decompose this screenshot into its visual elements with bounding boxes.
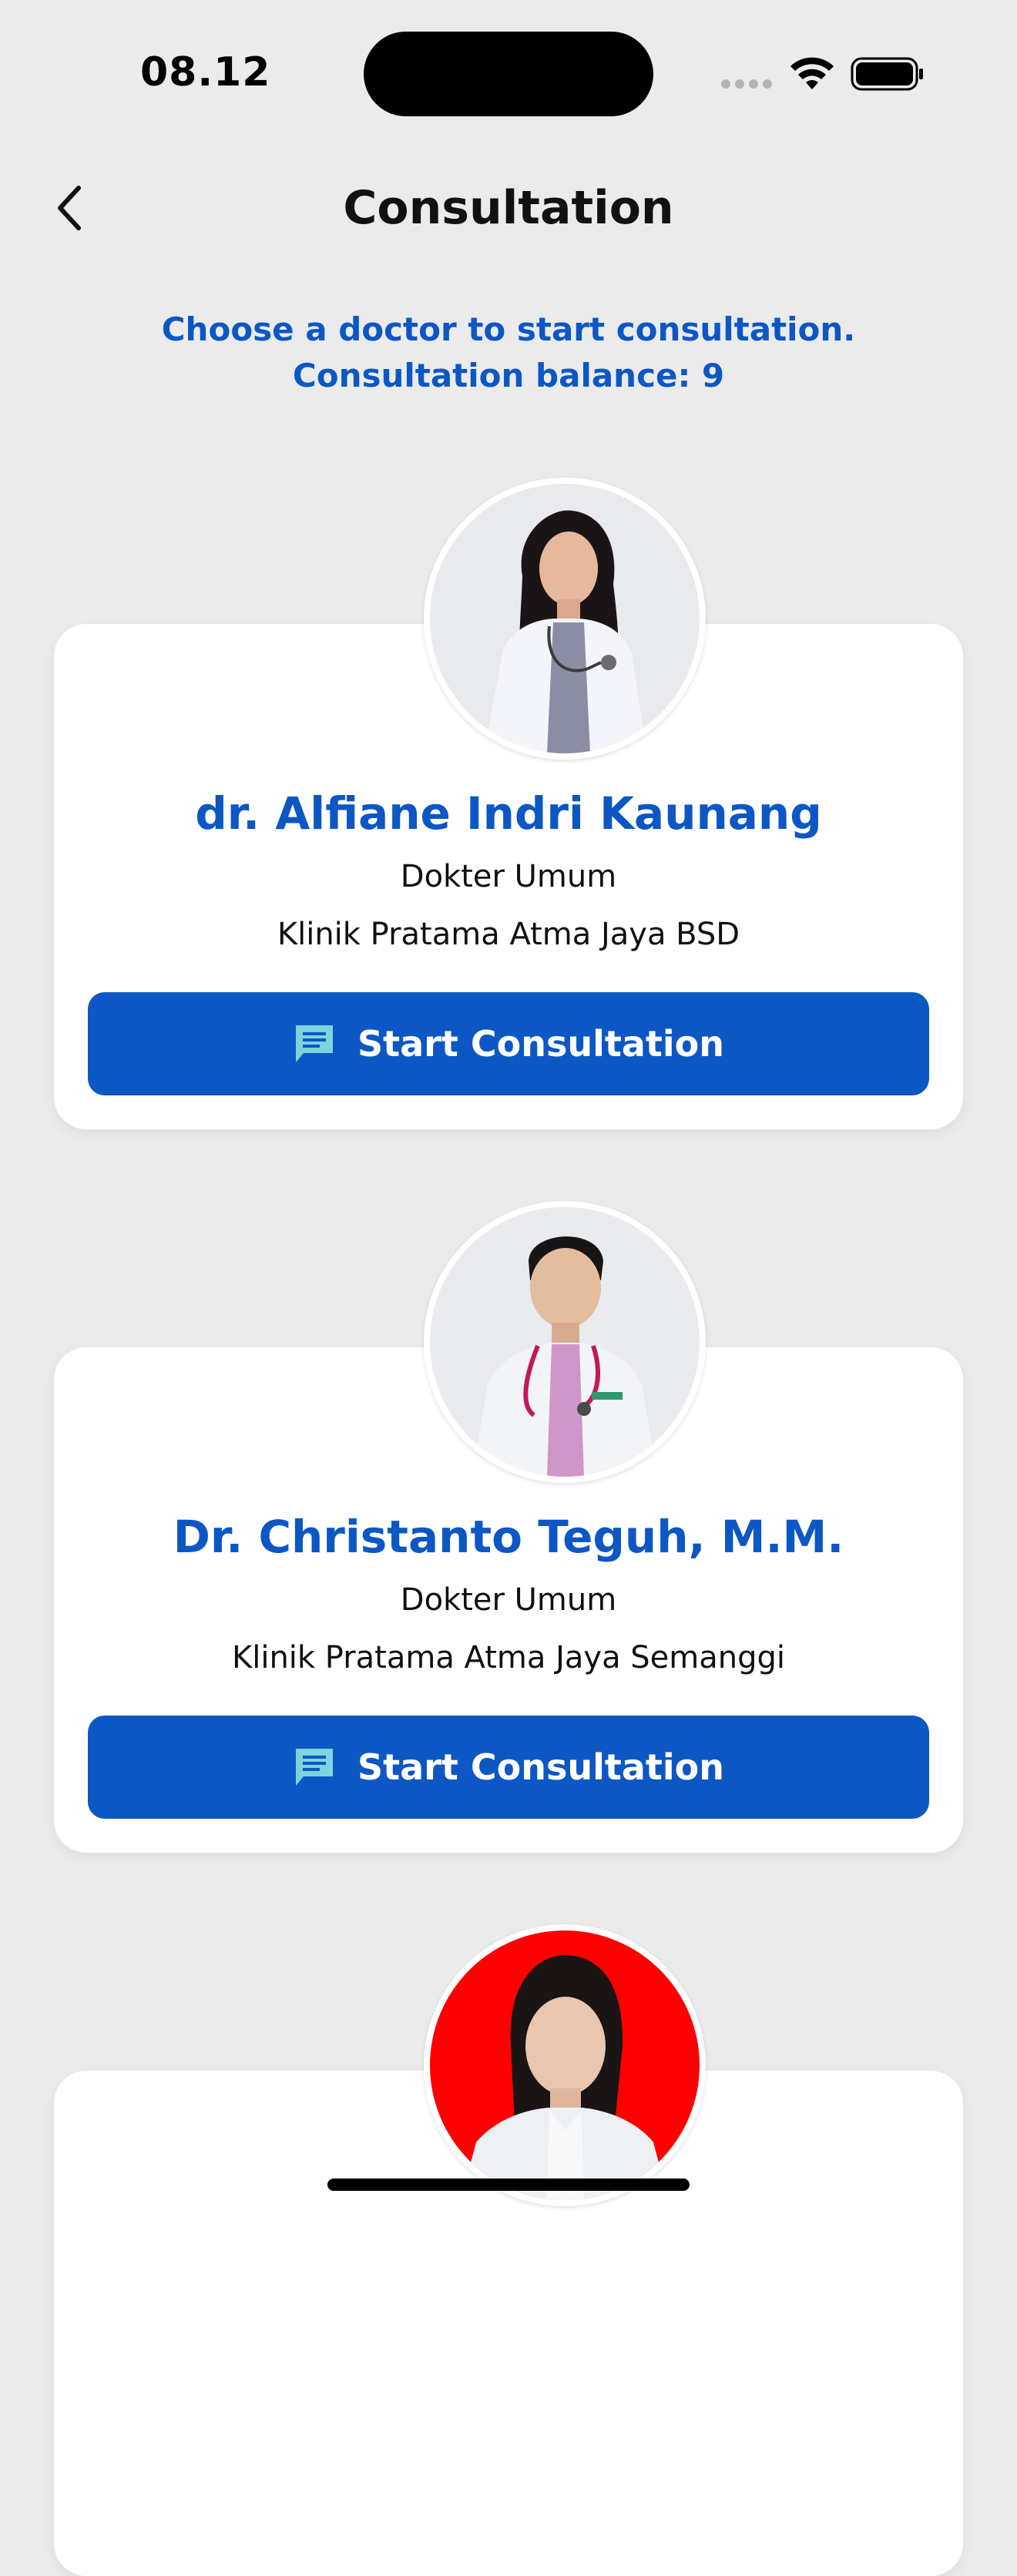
doctor-clinic: Klinik Pratama Atma Jaya Semanggi [231,1640,786,1675]
doctor-card [54,1924,963,2576]
doctor-photo [430,484,700,753]
doctor-name: Dr. Christanto Teguh, M.M. [173,1511,844,1563]
chat-icon [296,1749,333,1786]
doctor-name: dr. Alfiane Indri Kaunang [195,787,822,840]
status-bar: 08.12 [0,0,1017,146]
wifi-icon [790,57,834,89]
doctor-card: Dr. Christanto Teguh, M.M. Dokter Umum K… [54,1201,963,1853]
doctor-specialty: Dokter Umum [400,1582,617,1618]
page-title: Consultation [343,181,674,235]
start-consultation-label: Start Consultation [357,1023,724,1065]
chat-icon [296,1025,333,1062]
doctor-avatar [424,1924,706,2206]
doctor-avatar [424,1201,706,1483]
start-consultation-label: Start Consultation [357,1746,724,1788]
consultation-balance: Consultation balance: 9 [292,357,725,394]
status-time: 08.12 [140,49,271,96]
battery-icon [851,57,923,91]
doctor-clinic: Klinik Pratama Atma Jaya BSD [277,917,740,952]
signal-dots-icon [721,79,772,89]
start-consultation-button[interactable]: Start Consultation [88,1716,929,1819]
start-consultation-button[interactable]: Start Consultation [88,992,929,1095]
doctor-photo [430,1930,700,2200]
doctor-specialty: Dokter Umum [400,859,617,894]
doctor-photo [430,1207,700,1477]
doctor-avatar [424,478,706,760]
intro-instruction: Choose a doctor to start consultation. [161,310,856,348]
dynamic-island [364,32,653,116]
home-indicator [327,2179,690,2191]
header: Consultation [0,162,1017,254]
doctor-card: dr. Alfiane Indri Kaunang Dokter Umum Kl… [54,478,963,1129]
intro-text: Choose a doctor to start consultation. C… [0,307,1017,399]
